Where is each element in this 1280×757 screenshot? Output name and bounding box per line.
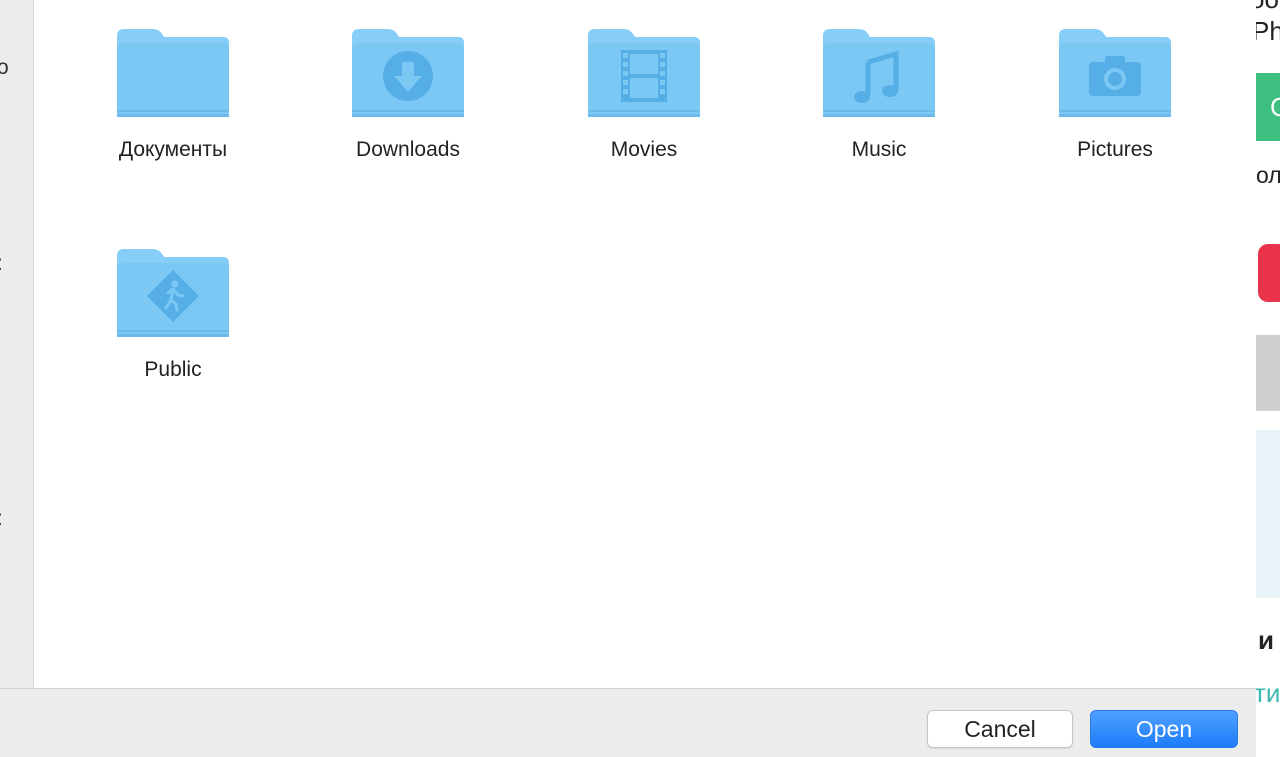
folder-label: Movies [610,138,678,161]
cancel-button[interactable]: Cancel [927,710,1073,748]
background-text-fragment: ол [1256,162,1280,188]
background-avatar [1256,335,1280,411]
folder-item-pictures[interactable]: Pictures [1015,26,1215,216]
folder-label: Public [144,358,202,381]
background-text-fragment: С [1270,92,1280,122]
sidebar-text-fragment: : [0,507,3,531]
sidebar: o : : [0,0,34,688]
sidebar-text-fragment: o [0,56,9,80]
pictures-folder-icon [1059,29,1171,117]
folder-label: Music [851,138,907,161]
folder-icon [117,29,229,117]
open-button[interactable]: Open [1090,710,1238,748]
background-image [1256,430,1280,598]
background-text-fragment: ти [1256,678,1280,708]
background-text-fragment: и [1258,625,1274,655]
folder-item-movies[interactable]: Movies [544,26,744,216]
music-folder-icon [823,29,935,117]
dialog-button-bar: Cancel Open [0,688,1256,757]
download-folder-icon [352,29,464,117]
folder-label: Pictures [1077,138,1153,161]
public-folder-icon [117,249,229,337]
background-text-fragment: Pho [1256,16,1280,46]
background-green-button: С [1256,73,1280,141]
folder-item-documents[interactable]: Документы [73,26,273,216]
movies-folder-icon [588,29,700,117]
background-red-icon [1258,244,1280,302]
folder-label: Downloads [356,138,460,161]
folder-item-music[interactable]: Music [779,26,979,216]
sidebar-text-fragment: : [0,252,3,276]
file-browser-grid: Документы Downloads Movies Music Picture… [34,0,1256,688]
folder-item-downloads[interactable]: Downloads [308,26,508,216]
background-window: oo Pho С ол и ти [1256,0,1280,756]
background-text-fragment: oo [1256,0,1279,15]
folder-label: Документы [118,138,228,161]
folder-item-public[interactable]: Public [73,246,273,436]
